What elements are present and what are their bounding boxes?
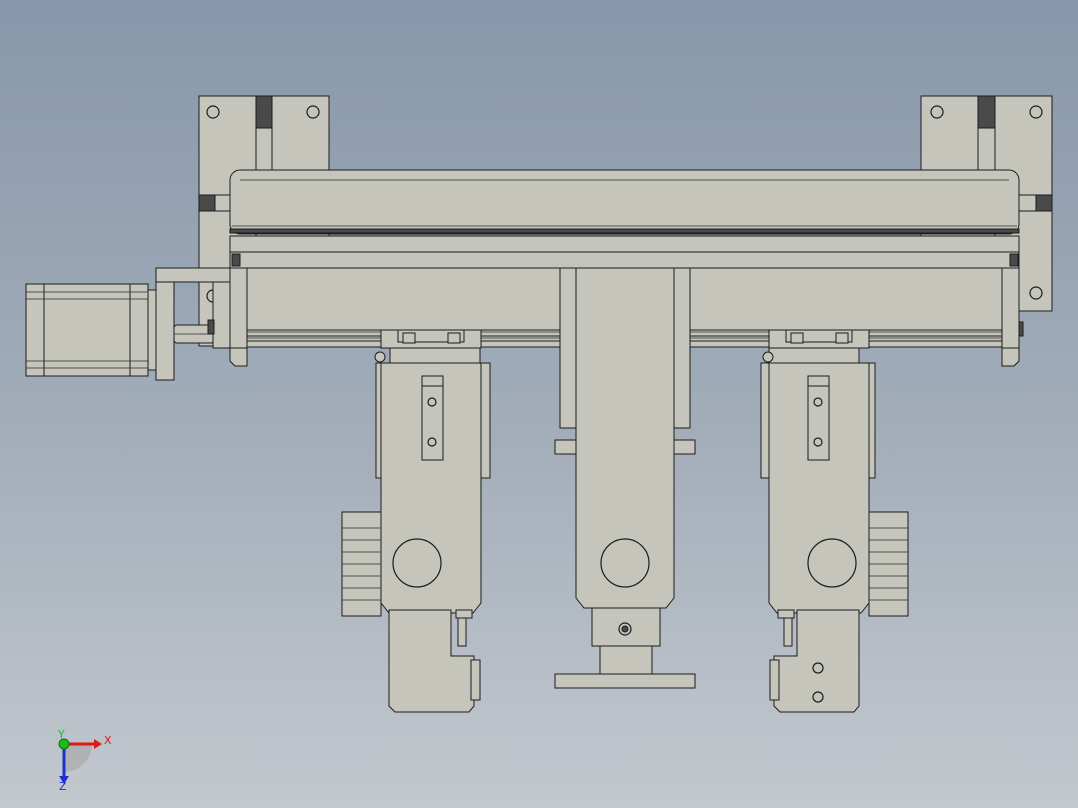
upper-beam [214,169,1037,235]
z-axis-label: Z [59,780,67,793]
cad-viewport[interactable]: X Y Z [0,0,1078,808]
orientation-triad[interactable]: X Y Z [57,728,112,793]
x-axis-label: X [104,734,112,747]
triad-plane-shading [64,744,92,772]
center-column [554,267,696,689]
y-axis-label: Y [57,728,65,741]
left-carriage [341,329,491,713]
x-axis-arrowhead [94,739,102,749]
right-carriage [760,329,909,713]
assembly-drawing: X Y Z [25,95,1053,793]
